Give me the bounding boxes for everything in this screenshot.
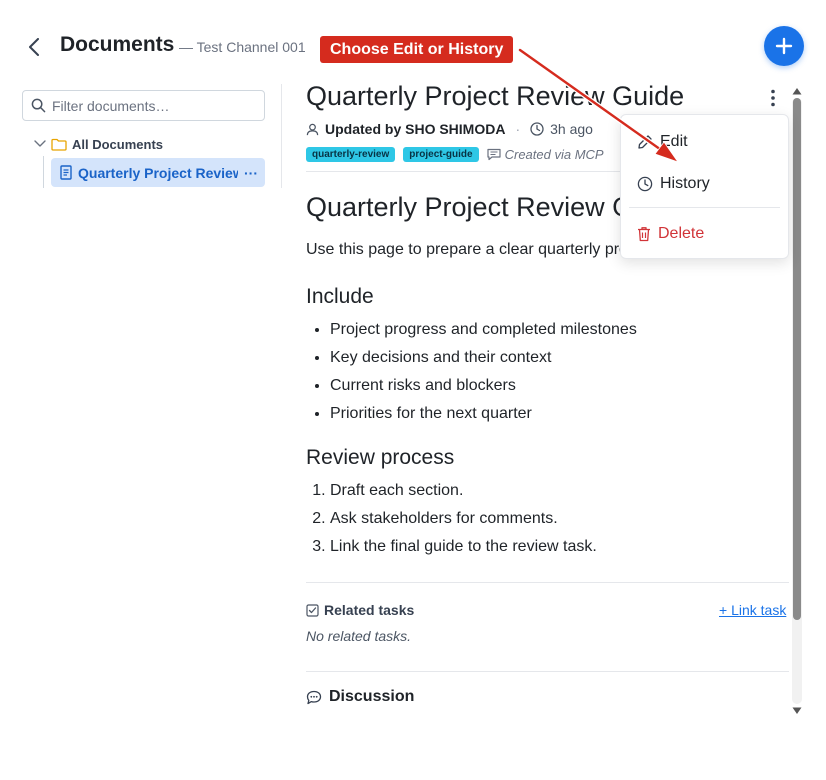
folder-icon [51, 138, 67, 151]
section-divider [306, 582, 789, 583]
menu-item-history[interactable]: History [621, 167, 788, 201]
created-via-label: Created via MCP [504, 147, 604, 162]
filter-documents[interactable] [22, 90, 265, 121]
sidebar-item-more[interactable]: ··· [244, 165, 258, 181]
tag-row: quarterly-review project-guide Created v… [306, 146, 604, 163]
document-icon [60, 165, 72, 180]
document-title: Quarterly Project Review Guide [306, 81, 685, 111]
discussion-title: Discussion [306, 688, 414, 706]
created-via: Created via MCP [487, 147, 604, 162]
scroll-down-arrow[interactable] [791, 706, 803, 716]
link-task-button[interactable]: + Link task [719, 602, 786, 618]
clock-icon [637, 176, 653, 192]
channel-name: — Test Channel 001 [179, 39, 306, 55]
plus-icon [775, 37, 793, 55]
no-related-tasks: No related tasks. [306, 628, 412, 644]
tag-badge[interactable]: project-guide [403, 147, 479, 162]
more-options-button[interactable] [762, 86, 784, 110]
document-meta: Updated by SHO SHIMODA · 3h ago [306, 119, 593, 139]
tree-root-label: All Documents [72, 136, 164, 152]
menu-separator [629, 207, 780, 208]
search-icon [31, 98, 46, 113]
menu-item-edit[interactable]: Edit [621, 125, 788, 159]
sidebar-item-quarterly-review[interactable]: Quarterly Project Review Guide ··· [51, 158, 265, 187]
trash-icon [638, 227, 650, 242]
process-list: Draft each section. Ask stakeholders for… [330, 477, 597, 561]
header-divider [306, 171, 620, 172]
scroll-up-arrow[interactable] [791, 86, 803, 96]
tree-guide-line [43, 156, 44, 188]
updated-time: 3h ago [550, 121, 593, 137]
document-options-menu: Edit History Delete [620, 114, 789, 259]
back-button[interactable] [22, 34, 46, 60]
discussion-label: Discussion [329, 688, 415, 705]
list-item: Project progress and completed milestone… [330, 316, 637, 344]
page-title: Documents [60, 33, 175, 56]
kebab-icon [771, 89, 775, 107]
clock-icon [530, 122, 544, 136]
list-item: Link the final guide to the review task. [330, 533, 597, 561]
section-divider [306, 671, 789, 672]
pencil-icon [638, 135, 652, 149]
tag-badge[interactable]: quarterly-review [306, 147, 396, 162]
list-item: Priorities for the next quarter [330, 400, 637, 428]
chevron-left-icon [29, 38, 39, 56]
tree-root-all-documents[interactable]: All Documents [34, 134, 163, 154]
user-icon [306, 123, 319, 135]
chat-bubble-icon [306, 690, 322, 704]
filter-input[interactable] [52, 97, 252, 114]
meta-separator: · [515, 121, 521, 137]
include-heading: Include [306, 285, 374, 308]
menu-item-delete[interactable]: Delete [621, 217, 788, 251]
menu-item-delete-label: Delete [658, 225, 705, 242]
include-list: Project progress and completed milestone… [330, 316, 637, 428]
list-item: Current risks and blockers [330, 372, 637, 400]
annotation-callout: Choose Edit or History [320, 36, 514, 63]
checkbox-icon [306, 603, 319, 617]
add-document-button[interactable] [764, 26, 804, 66]
sidebar-divider [281, 84, 282, 188]
list-item: Draft each section. [330, 477, 597, 505]
comment-icon [487, 148, 501, 161]
related-tasks-label: Related tasks [324, 602, 415, 618]
scrollbar-thumb[interactable] [793, 98, 801, 620]
sidebar-item-label: Quarterly Project Review Guide [78, 164, 238, 181]
menu-item-edit-label: Edit [660, 133, 688, 150]
list-item: Key decisions and their context [330, 344, 637, 372]
chevron-down-icon [34, 140, 46, 147]
menu-item-history-label: History [660, 175, 710, 192]
process-heading: Review process [306, 446, 455, 469]
updated-by: Updated by SHO SHIMODA [325, 121, 506, 137]
list-item: Ask stakeholders for comments. [330, 505, 597, 533]
related-tasks-title: Related tasks [306, 602, 414, 618]
